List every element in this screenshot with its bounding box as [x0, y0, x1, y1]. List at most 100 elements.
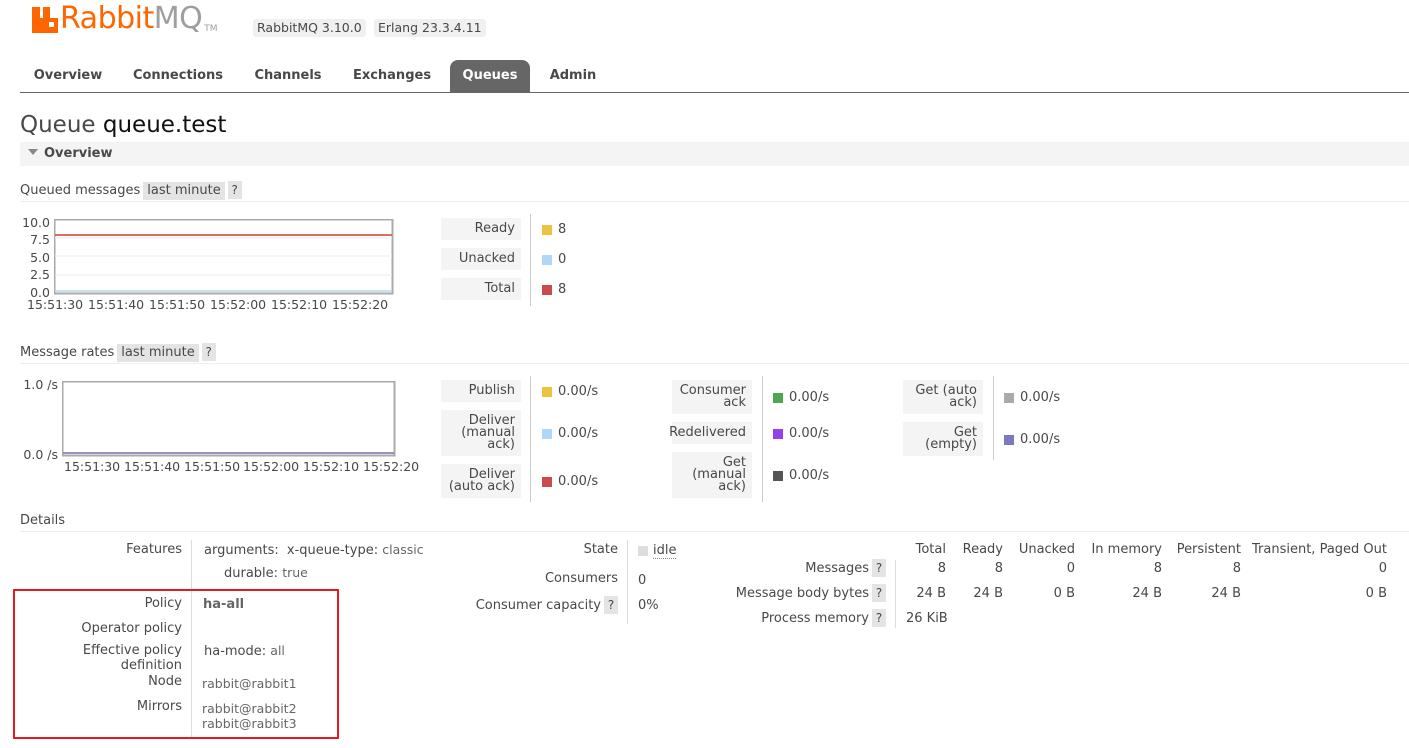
process-memory-row-label: Process memory? [700, 609, 886, 627]
deliver-auto-swatch[interactable] [542, 476, 552, 487]
x-tick: 15:52:00 [243, 459, 300, 474]
legend-ready-value: 8 [542, 222, 566, 237]
queued-range-selector[interactable]: last minute [143, 182, 225, 200]
col-header: In memory [1091, 542, 1162, 557]
tab-queues[interactable]: Queues [450, 60, 530, 92]
state-text: idle [653, 543, 677, 559]
divider [530, 214, 531, 306]
ready-swatch[interactable] [542, 224, 552, 235]
unacked-value: 0 [558, 252, 567, 267]
legend-deliver-manual-value: 0.00/s [542, 426, 598, 441]
page-title-prefix: Queue [20, 112, 96, 138]
state-indicator-icon [638, 546, 648, 556]
rates-range-selector[interactable]: last minute [117, 344, 199, 362]
tab-overview[interactable]: Overview [24, 60, 112, 92]
rabbitmq-version-badge: RabbitMQ 3.10.0 [253, 19, 366, 37]
queue-type-key: x-queue-type: [286, 543, 379, 558]
arguments-key: arguments: [204, 543, 279, 558]
x-tick: 15:51:30 [27, 297, 84, 312]
messages-transient: 0 [1378, 561, 1387, 576]
legend-total-value: 8 [542, 282, 566, 297]
y-tick: 7.5 [30, 232, 50, 247]
legend-get-manual-value: 0.00/s [773, 468, 829, 483]
redelivered-swatch[interactable] [773, 428, 783, 439]
total-swatch[interactable] [542, 284, 552, 295]
bytes-persistent: 24 B [1211, 586, 1241, 601]
x-tick: 15:52:10 [271, 297, 328, 312]
unacked-swatch[interactable] [542, 254, 552, 265]
divider [895, 560, 896, 628]
bytes-ready: 24 B [973, 586, 1003, 601]
col-header: Total [915, 542, 946, 557]
rates-chart-plot [62, 381, 396, 457]
rates-help-button[interactable]: ? [201, 343, 216, 361]
legend-consumer-ack-label: Consumer ack [672, 380, 752, 414]
legend-consumer-ack-value: 0.00/s [773, 390, 829, 405]
y-tick: 2.5 [30, 267, 50, 282]
messages-total: 8 [937, 561, 946, 576]
legend-redelivered-label: Redelivered [669, 422, 752, 444]
body-bytes-label: Message body bytes [735, 585, 869, 601]
process-memory-help[interactable]: ? [872, 609, 886, 627]
tab-connections[interactable]: Connections [124, 60, 232, 92]
legend-get-auto-value: 0.00/s [1004, 390, 1060, 405]
legend-get-empty-value: 0.00/s [1004, 432, 1060, 447]
get-manual-rate: 0.00/s [789, 468, 830, 483]
legend-get-manual-label: Get (manual ack) [672, 452, 752, 498]
body-bytes-help[interactable]: ? [872, 584, 886, 602]
legend-unacked-label: Unacked [441, 248, 521, 270]
messages-help[interactable]: ? [872, 559, 886, 577]
legend-publish-label: Publish [441, 380, 521, 402]
consumer-capacity-label: Consumer capacity [475, 597, 601, 613]
tab-exchanges[interactable]: Exchanges [346, 60, 438, 92]
message-rates-header: Message rates last minute? [20, 343, 1409, 364]
queued-help-button[interactable]: ? [227, 181, 242, 199]
messages-ready: 8 [994, 561, 1003, 576]
legend-ready-label: Ready [441, 218, 521, 240]
rabbitmq-logo[interactable]: RabbitMQ TM [32, 2, 218, 36]
get-empty-rate: 0.00/s [1020, 432, 1061, 447]
get-auto-swatch[interactable] [1004, 392, 1014, 403]
overview-section-label: Overview [44, 146, 113, 161]
col-header: Ready [962, 542, 1003, 557]
tab-admin[interactable]: Admin [542, 60, 604, 92]
deliver-manual-swatch[interactable] [542, 428, 552, 439]
legend-total-label: Total [441, 278, 521, 300]
col-header: Unacked [1018, 542, 1075, 557]
logo-wordmark-mq: MQ [153, 1, 203, 36]
x-tick: 15:52:00 [210, 297, 267, 312]
bytes-unacked: 0 B [1053, 586, 1075, 601]
overview-section-toggle[interactable]: Overview [20, 142, 1409, 166]
consumer-ack-swatch[interactable] [773, 392, 783, 403]
legend-deliver-manual-label: Deliver (manual ack) [441, 410, 521, 456]
logo-wordmark: RabbitMQ [60, 1, 203, 36]
legend-deliver-auto-label: Deliver (auto ack) [441, 464, 521, 498]
legend-get-auto-label: Get (auto ack) [903, 380, 983, 414]
features-label: Features [126, 542, 182, 557]
durable-value: true [282, 565, 308, 580]
x-tick: 15:51:30 [64, 459, 121, 474]
bytes-transient: 0 B [1365, 586, 1387, 601]
message-rates-chart: 1.0 /s 0.0 /s 15:51:30 15:51:40 15:51:50… [20, 374, 430, 479]
total-value: 8 [558, 282, 567, 297]
publish-rate: 0.00/s [558, 384, 599, 399]
x-tick: 15:51:50 [149, 297, 206, 312]
consumer-capacity-help[interactable]: ? [604, 596, 618, 614]
divider [993, 376, 994, 460]
get-manual-swatch[interactable] [773, 470, 783, 481]
logo-trademark: TM [204, 24, 218, 34]
get-empty-swatch[interactable] [1004, 434, 1014, 445]
state-value: idle [638, 543, 677, 559]
divider [762, 376, 763, 502]
deliver-auto-rate: 0.00/s [558, 474, 599, 489]
col-header: Transient, Paged Out [1252, 542, 1387, 557]
x-tick: 15:51:40 [124, 459, 181, 474]
consumers-value: 0 [638, 573, 647, 588]
x-tick: 15:51:40 [88, 297, 145, 312]
logo-wordmark-rabbit: Rabbit [60, 1, 154, 36]
state-label: State [583, 542, 618, 557]
publish-swatch[interactable] [542, 386, 552, 397]
tab-channels[interactable]: Channels [246, 60, 330, 92]
process-memory-value: 26 KiB [906, 611, 948, 626]
x-tick: 15:52:20 [363, 459, 420, 474]
